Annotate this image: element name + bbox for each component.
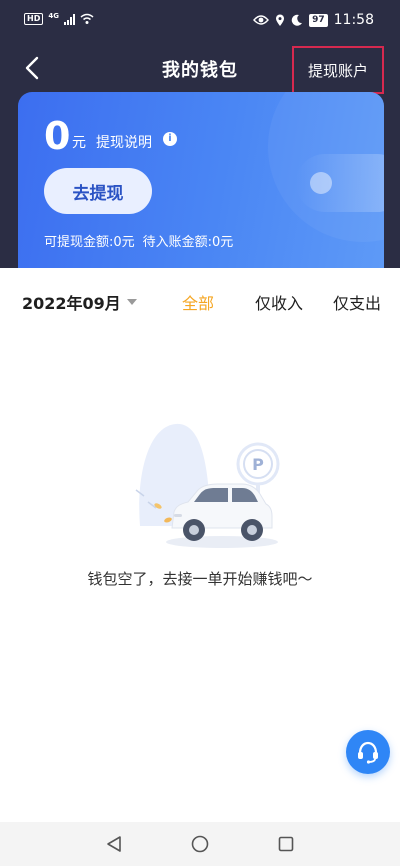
withdraw-info-link[interactable]: 提现说明	[96, 132, 152, 152]
battery-icon: 97	[309, 13, 328, 27]
caret-down-icon	[126, 299, 137, 305]
empty-message: 钱包空了，去接一单开始赚钱吧～	[87, 570, 313, 588]
parking-sign-letter: P	[252, 455, 264, 474]
card-footer: 可提现金额:0元 待入账金额:0元	[44, 231, 233, 250]
filter-row: 2022年09月 全部 仅收入 仅支出	[0, 282, 400, 318]
balance-amount: 0	[44, 114, 71, 158]
status-right: 97 11:58	[253, 12, 374, 28]
date-label: 2022年09月	[22, 294, 121, 313]
circle-home-icon	[191, 835, 209, 853]
car-parking-illustration: P	[135, 423, 280, 548]
clock: 11:58	[333, 12, 374, 28]
system-navigation-bar	[0, 822, 400, 866]
eye-icon	[253, 15, 270, 25]
status-bar: HD 4G 97 11:58	[0, 0, 400, 40]
tab-income-only[interactable]: 仅收入	[255, 290, 303, 314]
network-type: 4G	[48, 12, 59, 20]
signal-icon	[63, 13, 75, 25]
hd-badge: HD	[24, 13, 44, 25]
wallet-card: 0 元 提现说明 i 去提现 可提现金额:0元 待入账金额:0元	[18, 92, 384, 268]
withdrawable-amount: 可提现金额:0元	[44, 235, 135, 250]
system-home-button[interactable]	[190, 834, 210, 854]
system-back-button[interactable]	[104, 834, 124, 854]
pending-amount: 待入账金额:0元	[142, 235, 234, 250]
date-selector[interactable]: 2022年09月	[22, 290, 137, 314]
customer-service-icon	[358, 741, 378, 764]
customer-service-button[interactable]	[346, 730, 390, 774]
moon-icon	[291, 14, 303, 26]
wifi-icon	[80, 13, 94, 24]
system-recent-button[interactable]	[276, 834, 296, 854]
location-icon	[276, 14, 285, 26]
withdraw-account-button[interactable]: 提现账户	[292, 46, 384, 94]
tab-expense-only[interactable]: 仅支出	[333, 290, 381, 314]
tab-all[interactable]: 全部	[182, 290, 214, 314]
triangle-back-icon	[107, 836, 121, 852]
square-recent-icon	[278, 836, 294, 852]
withdraw-button[interactable]: 去提现	[44, 168, 152, 214]
info-icon[interactable]: i	[163, 132, 177, 146]
balance-unit: 元	[72, 135, 86, 151]
card-decoration-dot	[310, 172, 332, 194]
status-left: HD 4G	[24, 12, 94, 25]
